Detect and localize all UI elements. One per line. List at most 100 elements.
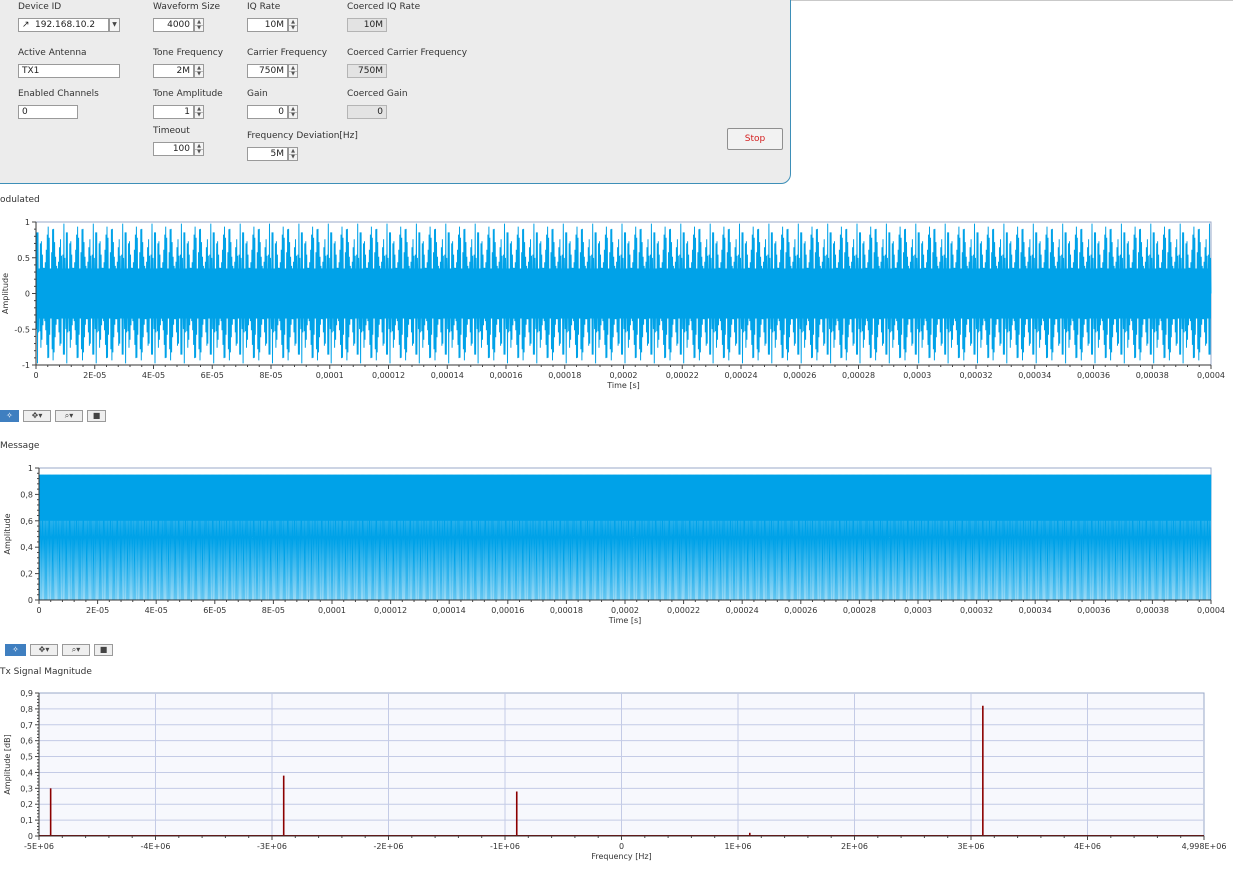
x-tick-label: 2E+06 (841, 842, 868, 851)
x-tick-label: 0,00022 (667, 606, 700, 615)
crosshair-icon[interactable]: ✧ (5, 644, 26, 656)
x-tick-label: 0,00032 (960, 606, 993, 615)
crosshair-icon[interactable]: ✧ (0, 410, 19, 422)
x-tick-label: 1E+06 (724, 842, 751, 851)
device-id-field[interactable]: ↗ 192.168.10.2 (18, 18, 109, 32)
iq-rate-input[interactable]: 10M (247, 18, 288, 32)
y-tick-label: 0.5 (17, 254, 30, 263)
modulated-signal-core-band (36, 268, 1211, 319)
timeout-input[interactable]: 100 (153, 142, 194, 156)
x-tick-label: 0,0003 (904, 606, 932, 615)
x-tick-label: 4E-05 (142, 371, 165, 380)
device-id-value: 192.168.10.2 (35, 20, 96, 30)
y-tick-label: -0.5 (14, 325, 30, 334)
x-tick-label: 0 (619, 842, 624, 851)
timeout-label: Timeout (153, 126, 190, 136)
top-divider (790, 0, 1233, 1)
x-tick-label: 0,0001 (316, 371, 344, 380)
waveform-size-stepper[interactable]: ▲ ▼ (194, 18, 204, 32)
enabled-channels-label: Enabled Channels (18, 89, 99, 99)
tone-frequency-input[interactable]: 2M (153, 64, 194, 78)
y-axis-label: Amplitude [dB] (3, 734, 12, 794)
y-tick-label: 1 (28, 464, 33, 473)
y-tick-label: 0,7 (20, 721, 33, 730)
device-id-dropdown-button[interactable]: ▼ (109, 18, 120, 32)
x-tick-label: 3E+06 (957, 842, 984, 851)
x-tick-label: -3E+06 (257, 842, 287, 851)
x-axis-label: Time [s] (606, 381, 640, 390)
x-tick-label: 0,0003 (903, 371, 931, 380)
x-tick-label: 0,00038 (1136, 606, 1169, 615)
active-antenna-input[interactable]: TX1 (18, 64, 120, 78)
x-tick-label: 0,00024 (726, 606, 759, 615)
x-tick-label: 0 (36, 606, 41, 615)
y-axis-label: Amplitude (1, 273, 10, 314)
tone-amplitude-input[interactable]: 1 (153, 105, 194, 119)
x-tick-label: 4E-05 (145, 606, 168, 615)
x-tick-label: 0,00034 (1018, 371, 1051, 380)
y-tick-label: -1 (22, 361, 30, 370)
x-tick-label: -5E+06 (24, 842, 54, 851)
y-tick-label: 0,5 (20, 753, 33, 762)
frequency-deviation-stepper[interactable]: ▲ ▼ (288, 147, 298, 161)
gain-stepper[interactable]: ▲ ▼ (288, 105, 298, 119)
x-axis-label: Frequency [Hz] (591, 852, 651, 861)
y-tick-label: 0,3 (20, 784, 33, 793)
frequency-deviation-input[interactable]: 5M (247, 147, 288, 161)
x-tick-label: 0,0004 (1197, 371, 1225, 380)
autoscale-icon[interactable]: ■ (94, 644, 113, 656)
x-tick-label: 0,00012 (374, 606, 407, 615)
zoom-magnifier-icon[interactable]: ⌕▾ (55, 410, 83, 422)
x-tick-label: 0,0004 (1197, 606, 1225, 615)
x-tick-label: 6E-05 (201, 371, 224, 380)
x-tick-label: 2E-05 (83, 371, 106, 380)
timeout-stepper[interactable]: ▲ ▼ (194, 142, 204, 156)
x-tick-label: 0,00018 (550, 606, 583, 615)
y-tick-label: 0,4 (20, 543, 33, 552)
iq-rate-label: IQ Rate (247, 2, 281, 12)
autoscale-icon[interactable]: ■ (87, 410, 106, 422)
message-signal-dense-band (39, 474, 1211, 521)
coerced-gain-display: 0 (347, 105, 387, 119)
coerced-iq-rate-display: 10M (347, 18, 387, 32)
pan-arrows-icon[interactable]: ✥▾ (30, 644, 58, 656)
x-tick-label: 0,00018 (548, 371, 581, 380)
zoom-magnifier-icon[interactable]: ⌕▾ (62, 644, 90, 656)
waveform-size-label: Waveform Size (153, 2, 221, 12)
x-tick-label: 0,0002 (610, 371, 638, 380)
y-tick-label: 0,9 (20, 689, 33, 698)
tone-amplitude-stepper[interactable]: ▲ ▼ (194, 105, 204, 119)
y-tick-label: 0,2 (20, 570, 33, 579)
x-tick-label: 0,0001 (318, 606, 346, 615)
x-tick-label: -4E+06 (141, 842, 171, 851)
x-tick-label: 8E-05 (259, 371, 282, 380)
coerced-carrier-frequency-display: 750M (347, 64, 387, 78)
coerced-carrier-frequency-label: Coerced Carrier Frequency (347, 48, 468, 58)
x-tick-label: 0,00036 (1077, 371, 1110, 380)
device-id-label: Device ID (18, 2, 62, 12)
pan-arrows-icon[interactable]: ✥▾ (23, 410, 51, 422)
iq-rate-stepper[interactable]: ▲ ▼ (288, 18, 298, 32)
y-tick-label: 0 (28, 832, 33, 841)
x-tick-label: 0,00026 (783, 371, 816, 380)
x-tick-label: 0,00038 (1136, 371, 1169, 380)
waveform-size-input[interactable]: 4000 (153, 18, 194, 32)
carrier-frequency-stepper[interactable]: ▲ ▼ (288, 64, 298, 78)
gain-input[interactable]: 0 (247, 105, 288, 119)
y-tick-label: 0,8 (20, 490, 33, 499)
active-antenna-label: Active Antenna (18, 48, 87, 58)
enabled-channels-input[interactable]: 0 (18, 105, 78, 119)
spectrum-chart: -5E+06 -4E+06 -3E+06 -2E+06 -1E+06 0 1E+06 2E+0… (3, 689, 1227, 861)
message-chart: 0 2E-05 4E-05 6E-05 8E-05 0,0001 0,00012 0,0001… (3, 464, 1225, 625)
x-tick-label: 6E-05 (203, 606, 226, 615)
coerced-iq-rate-label: Coerced IQ Rate (347, 2, 421, 12)
x-tick-label: 0 (33, 371, 38, 380)
x-tick-label: 0,0002 (611, 606, 639, 615)
carrier-frequency-input[interactable]: 750M (247, 64, 288, 78)
x-tick-label: 4,998E+06 (1182, 842, 1227, 851)
tone-frequency-stepper[interactable]: ▲ ▼ (194, 64, 204, 78)
y-tick-label: 0 (25, 290, 30, 299)
stop-button[interactable]: Stop (727, 128, 783, 150)
y-tick-label: 0,4 (20, 768, 33, 777)
carrier-frequency-label: Carrier Frequency (247, 48, 328, 58)
